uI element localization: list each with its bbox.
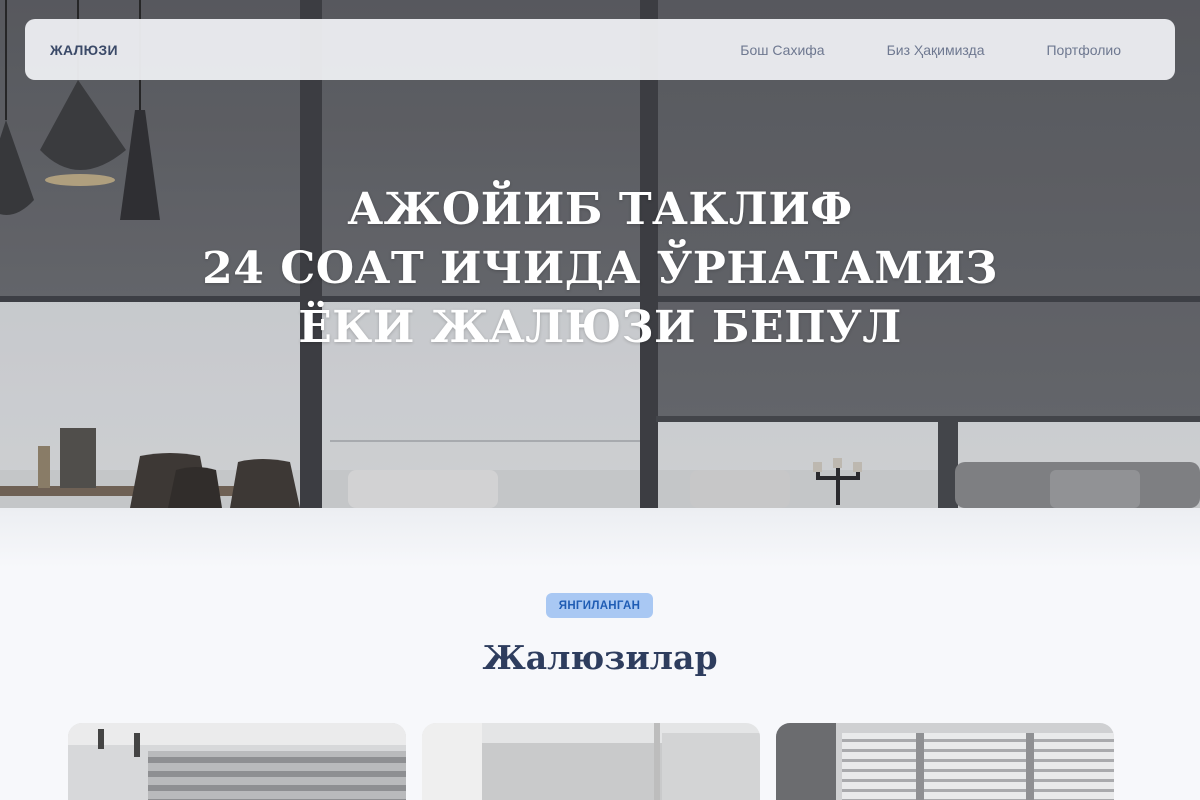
updated-badge: ЯНГИЛАНГАН xyxy=(546,593,653,618)
nav-link-portfolio[interactable]: Портфолио xyxy=(1046,42,1121,58)
product-image-2 xyxy=(422,723,760,800)
top-navbar: ЖАЛЮЗИ Бош Сахифа Биз Ҳақимизда Портфоли… xyxy=(25,19,1175,80)
products-section: ЯНГИЛАНГАН Жалюзилар xyxy=(0,508,1200,800)
product-cards xyxy=(68,723,1114,800)
nav-links: Бош Сахифа Биз Ҳақимизда Портфолио xyxy=(740,42,1150,58)
section-title: Жалюзилар xyxy=(482,638,718,677)
hero-section: ЖАЛЮЗИ Бош Сахифа Биз Ҳақимизда Портфоли… xyxy=(0,0,1200,508)
product-card-2[interactable] xyxy=(422,723,760,800)
brand-logo[interactable]: ЖАЛЮЗИ xyxy=(50,42,118,58)
product-image-3 xyxy=(776,723,1114,800)
nav-link-about[interactable]: Биз Ҳақимизда xyxy=(887,42,985,58)
hero-line-3: ЁКИ ЖАЛЮЗИ БЕПУЛ xyxy=(298,302,902,353)
hero-line-1: АЖОЙИБ ТАКЛИФ xyxy=(347,184,853,235)
product-card-1[interactable] xyxy=(68,723,406,800)
hero-headline: АЖОЙИБ ТАКЛИФ 24 СОАТ ИЧИДА ЎРНАТАМИЗ ЁК… xyxy=(0,180,1200,357)
nav-link-home[interactable]: Бош Сахифа xyxy=(740,42,824,58)
hero-line-2: 24 СОАТ ИЧИДА ЎРНАТАМИЗ xyxy=(202,243,998,294)
product-card-3[interactable] xyxy=(776,723,1114,800)
product-image-1 xyxy=(68,723,406,800)
